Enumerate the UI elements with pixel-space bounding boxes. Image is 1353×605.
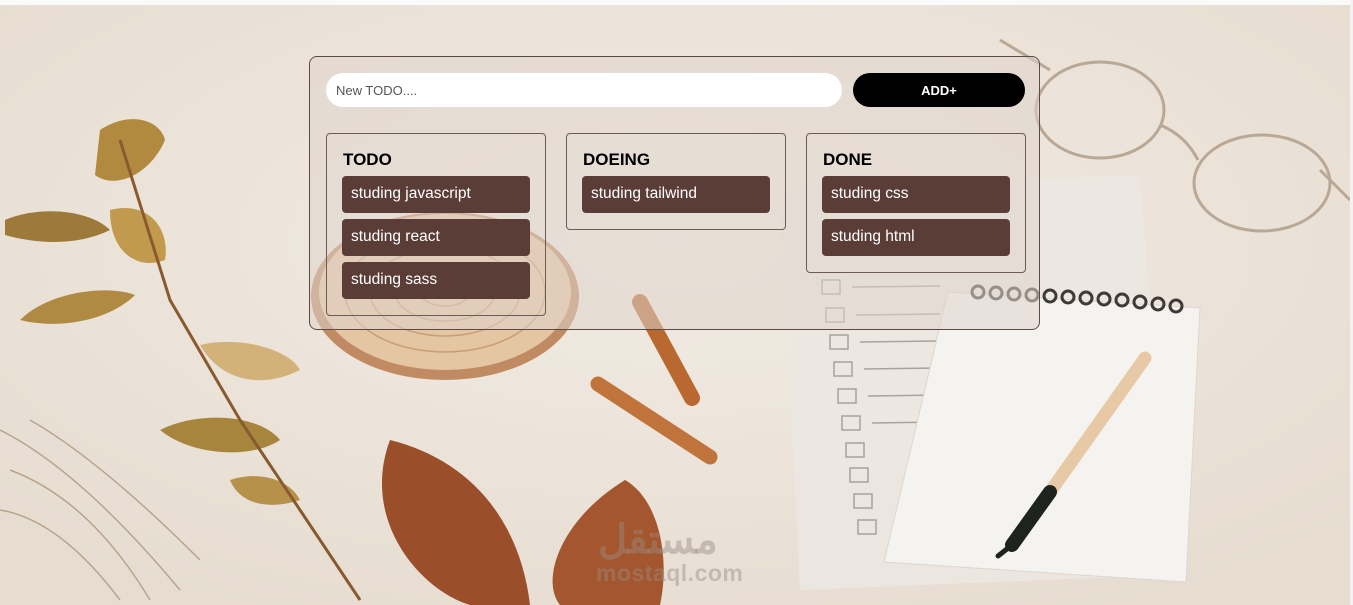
add-button[interactable]: ADD+	[853, 73, 1025, 107]
task-card[interactable]: studing javascript	[342, 176, 530, 213]
todo-board: ADD+ TODO studing javascript studing rea…	[309, 56, 1040, 330]
task-card[interactable]: studing react	[342, 219, 530, 256]
watermark-latin: mostaql.com	[596, 560, 744, 586]
task-card[interactable]: studing tailwind	[582, 176, 770, 213]
task-card[interactable]: studing html	[822, 219, 1010, 256]
column-title-todo: TODO	[343, 150, 392, 169]
watermark: مستقل mostaql.com	[596, 520, 743, 587]
column-title-done: DONE	[823, 150, 873, 169]
column-todo: TODO studing javascript studing react st…	[326, 133, 546, 316]
column-doing: DOEING studing tailwind	[566, 133, 786, 230]
window-top-edge	[0, 0, 1353, 5]
column-title-doing: DOEING	[583, 150, 651, 169]
task-card[interactable]: studing sass	[342, 262, 530, 299]
column-done: DONE studing css studing html	[806, 133, 1026, 273]
task-card[interactable]: studing css	[822, 176, 1010, 213]
watermark-arabic: مستقل	[598, 518, 718, 562]
new-todo-input[interactable]	[326, 73, 842, 107]
